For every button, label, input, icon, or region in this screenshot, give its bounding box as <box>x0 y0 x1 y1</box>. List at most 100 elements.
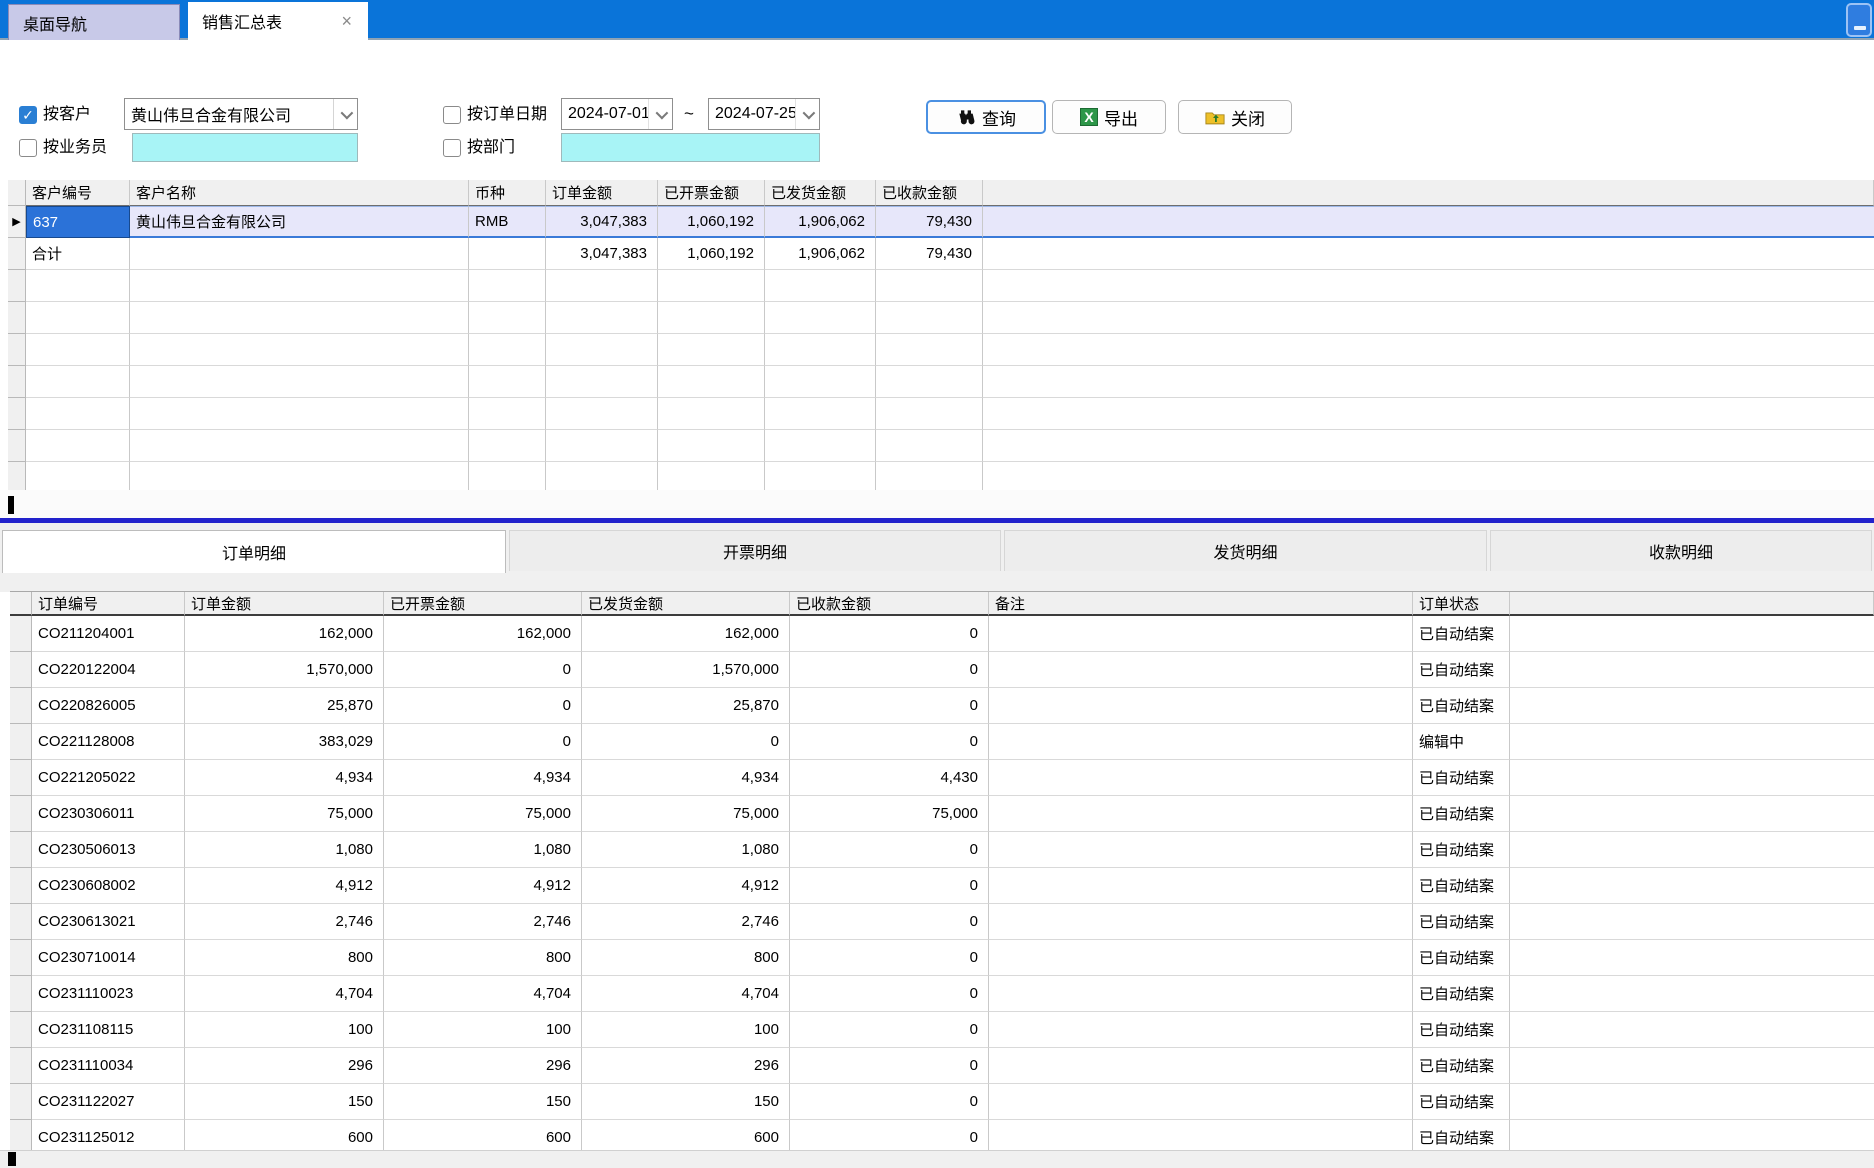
cell-received-amount[interactable]: 0 <box>790 616 989 652</box>
cell-invoiced-amount[interactable]: 100 <box>384 1012 582 1048</box>
date-from-dropdown[interactable] <box>648 99 672 129</box>
cell-order-amount[interactable]: 383,029 <box>185 724 384 760</box>
cell-invoiced-amount[interactable]: 4,704 <box>384 976 582 1012</box>
salesman-input[interactable] <box>132 133 358 162</box>
query-button[interactable]: 查询 <box>926 100 1046 134</box>
cell-order-id[interactable]: CO230306011 <box>32 796 185 832</box>
row-header[interactable] <box>10 1012 32 1048</box>
row-header[interactable] <box>10 724 32 760</box>
cell-order-status[interactable]: 已自动结案 <box>1413 1048 1510 1084</box>
cell-received-amount[interactable]: 0 <box>790 940 989 976</box>
cell-shipped-amount[interactable]: 296 <box>582 1048 790 1084</box>
department-input[interactable] <box>561 133 820 162</box>
cell-order-amount[interactable]: 150 <box>185 1084 384 1120</box>
cell-received-amount[interactable]: 0 <box>790 724 989 760</box>
detail-row[interactable]: CO231110034 296 296 296 0 已自动结案 <box>10 1048 1874 1084</box>
cell-invoiced-amount[interactable]: 800 <box>384 940 582 976</box>
detail-row[interactable]: CO231108115 100 100 100 0 已自动结案 <box>10 1012 1874 1048</box>
col-received-amount[interactable]: 已收款金额 <box>876 180 983 206</box>
cell-order-id[interactable]: CO230506013 <box>32 832 185 868</box>
row-header[interactable] <box>10 832 32 868</box>
cell-order-amount[interactable]: 4,704 <box>185 976 384 1012</box>
cell-order-amount[interactable]: 2,746 <box>185 904 384 940</box>
cell-order-status[interactable]: 已自动结案 <box>1413 940 1510 976</box>
cell-order-amount[interactable]: 4,912 <box>185 868 384 904</box>
cell-note[interactable] <box>989 688 1413 724</box>
cell-note[interactable] <box>989 832 1413 868</box>
cell-shipped-amount[interactable]: 75,000 <box>582 796 790 832</box>
cell-invoiced-amount[interactable]: 0 <box>384 688 582 724</box>
summary-hscrollbar[interactable] <box>0 490 1874 518</box>
detail-row[interactable]: CO230608002 4,912 4,912 4,912 0 已自动结案 <box>10 868 1874 904</box>
cell-shipped-amount[interactable]: 600 <box>582 1120 790 1150</box>
col-customer-name[interactable]: 客户名称 <box>130 180 469 206</box>
col-order-id[interactable]: 订单编号 <box>32 592 185 616</box>
cell-note[interactable] <box>989 1084 1413 1120</box>
detail-row[interactable]: CO220826005 25,870 0 25,870 0 已自动结案 <box>10 688 1874 724</box>
cell-invoiced-amount[interactable]: 296 <box>384 1048 582 1084</box>
cell-received-amount[interactable]: 75,000 <box>790 796 989 832</box>
detail-row[interactable]: CO230710014 800 800 800 0 已自动结案 <box>10 940 1874 976</box>
cell-invoiced-amount[interactable]: 1,080 <box>384 832 582 868</box>
cell-order-id[interactable]: CO231110023 <box>32 976 185 1012</box>
tab-invoice-detail[interactable]: 开票明细 <box>509 530 1001 571</box>
cell-invoiced-amount[interactable]: 4,912 <box>384 868 582 904</box>
detail-row[interactable]: CO231125012 600 600 600 0 已自动结案 <box>10 1120 1874 1150</box>
detail-row[interactable]: CO220122004 1,570,000 0 1,570,000 0 已自动结… <box>10 652 1874 688</box>
cell-shipped-amount[interactable]: 162,000 <box>582 616 790 652</box>
cell-order-amount[interactable]: 1,080 <box>185 832 384 868</box>
row-header[interactable] <box>10 868 32 904</box>
cell-note[interactable] <box>989 904 1413 940</box>
detail-row[interactable]: CO231110023 4,704 4,704 4,704 0 已自动结案 <box>10 976 1874 1012</box>
row-header[interactable] <box>10 796 32 832</box>
cell-order-amount[interactable]: 800 <box>185 940 384 976</box>
cell-shipped-amount[interactable]: 800 <box>582 940 790 976</box>
col-order-amount[interactable]: 订单金额 <box>546 180 658 206</box>
cell-shipped-amount[interactable]: 25,870 <box>582 688 790 724</box>
date-to-select[interactable]: 2024-07-25 <box>708 98 820 130</box>
col-order-amount[interactable]: 订单金额 <box>185 592 384 616</box>
by-order-date-checkbox[interactable] <box>443 106 461 124</box>
cell-shipped-amount[interactable]: 4,912 <box>582 868 790 904</box>
cell-invoiced-amount[interactable]: 0 <box>384 652 582 688</box>
col-order-status[interactable]: 订单状态 <box>1413 592 1510 616</box>
row-header[interactable] <box>10 904 32 940</box>
tab-order-detail[interactable]: 订单明细 <box>2 530 506 573</box>
row-header[interactable] <box>10 976 32 1012</box>
col-shipped-amount[interactable]: 已发货金额 <box>765 180 876 206</box>
col-shipped-amount[interactable]: 已发货金额 <box>582 592 790 616</box>
cell-note[interactable] <box>989 976 1413 1012</box>
cell-shipped-amount[interactable]: 100 <box>582 1012 790 1048</box>
summary-row-selected[interactable]: ▶ 637 黄山伟旦合金有限公司 RMB 3,047,383 1,060,192… <box>8 206 1874 238</box>
cell-order-id[interactable]: CO220122004 <box>32 652 185 688</box>
cell-received-amount[interactable]: 0 <box>790 1048 989 1084</box>
cell-order-status[interactable]: 已自动结案 <box>1413 1012 1510 1048</box>
window-corner-button[interactable] <box>1846 3 1872 37</box>
cell-order-amount[interactable]: 1,570,000 <box>185 652 384 688</box>
cell-note[interactable] <box>989 940 1413 976</box>
cell-received-amount[interactable]: 0 <box>790 1012 989 1048</box>
cell-invoiced-amount[interactable]: 150 <box>384 1084 582 1120</box>
cell-order-status[interactable]: 已自动结案 <box>1413 832 1510 868</box>
cell-order-id[interactable]: CO221205022 <box>32 760 185 796</box>
cell-shipped-amount[interactable]: 1,906,062 <box>765 206 876 238</box>
export-button[interactable]: X 导出 <box>1052 100 1166 134</box>
cell-order-id[interactable]: CO231110034 <box>32 1048 185 1084</box>
cell-customer-code[interactable]: 637 <box>26 206 130 238</box>
cell-order-status[interactable]: 已自动结案 <box>1413 904 1510 940</box>
detail-row[interactable]: CO231122027 150 150 150 0 已自动结案 <box>10 1084 1874 1120</box>
row-header[interactable] <box>10 940 32 976</box>
date-from-select[interactable]: 2024-07-01 <box>561 98 673 130</box>
row-header[interactable] <box>10 616 32 652</box>
cell-shipped-amount[interactable]: 1,080 <box>582 832 790 868</box>
cell-invoiced-amount[interactable]: 162,000 <box>384 616 582 652</box>
row-header[interactable] <box>10 1048 32 1084</box>
detail-row[interactable]: CO221128008 383,029 0 0 0 编辑中 <box>10 724 1874 760</box>
close-tab-icon[interactable]: × <box>339 12 354 30</box>
row-header[interactable] <box>10 760 32 796</box>
cell-received-amount[interactable]: 0 <box>790 904 989 940</box>
cell-received-amount[interactable]: 0 <box>790 832 989 868</box>
cell-invoiced-amount[interactable]: 4,934 <box>384 760 582 796</box>
row-header[interactable] <box>10 688 32 724</box>
by-customer-checkbox[interactable]: ✓ <box>19 106 37 124</box>
